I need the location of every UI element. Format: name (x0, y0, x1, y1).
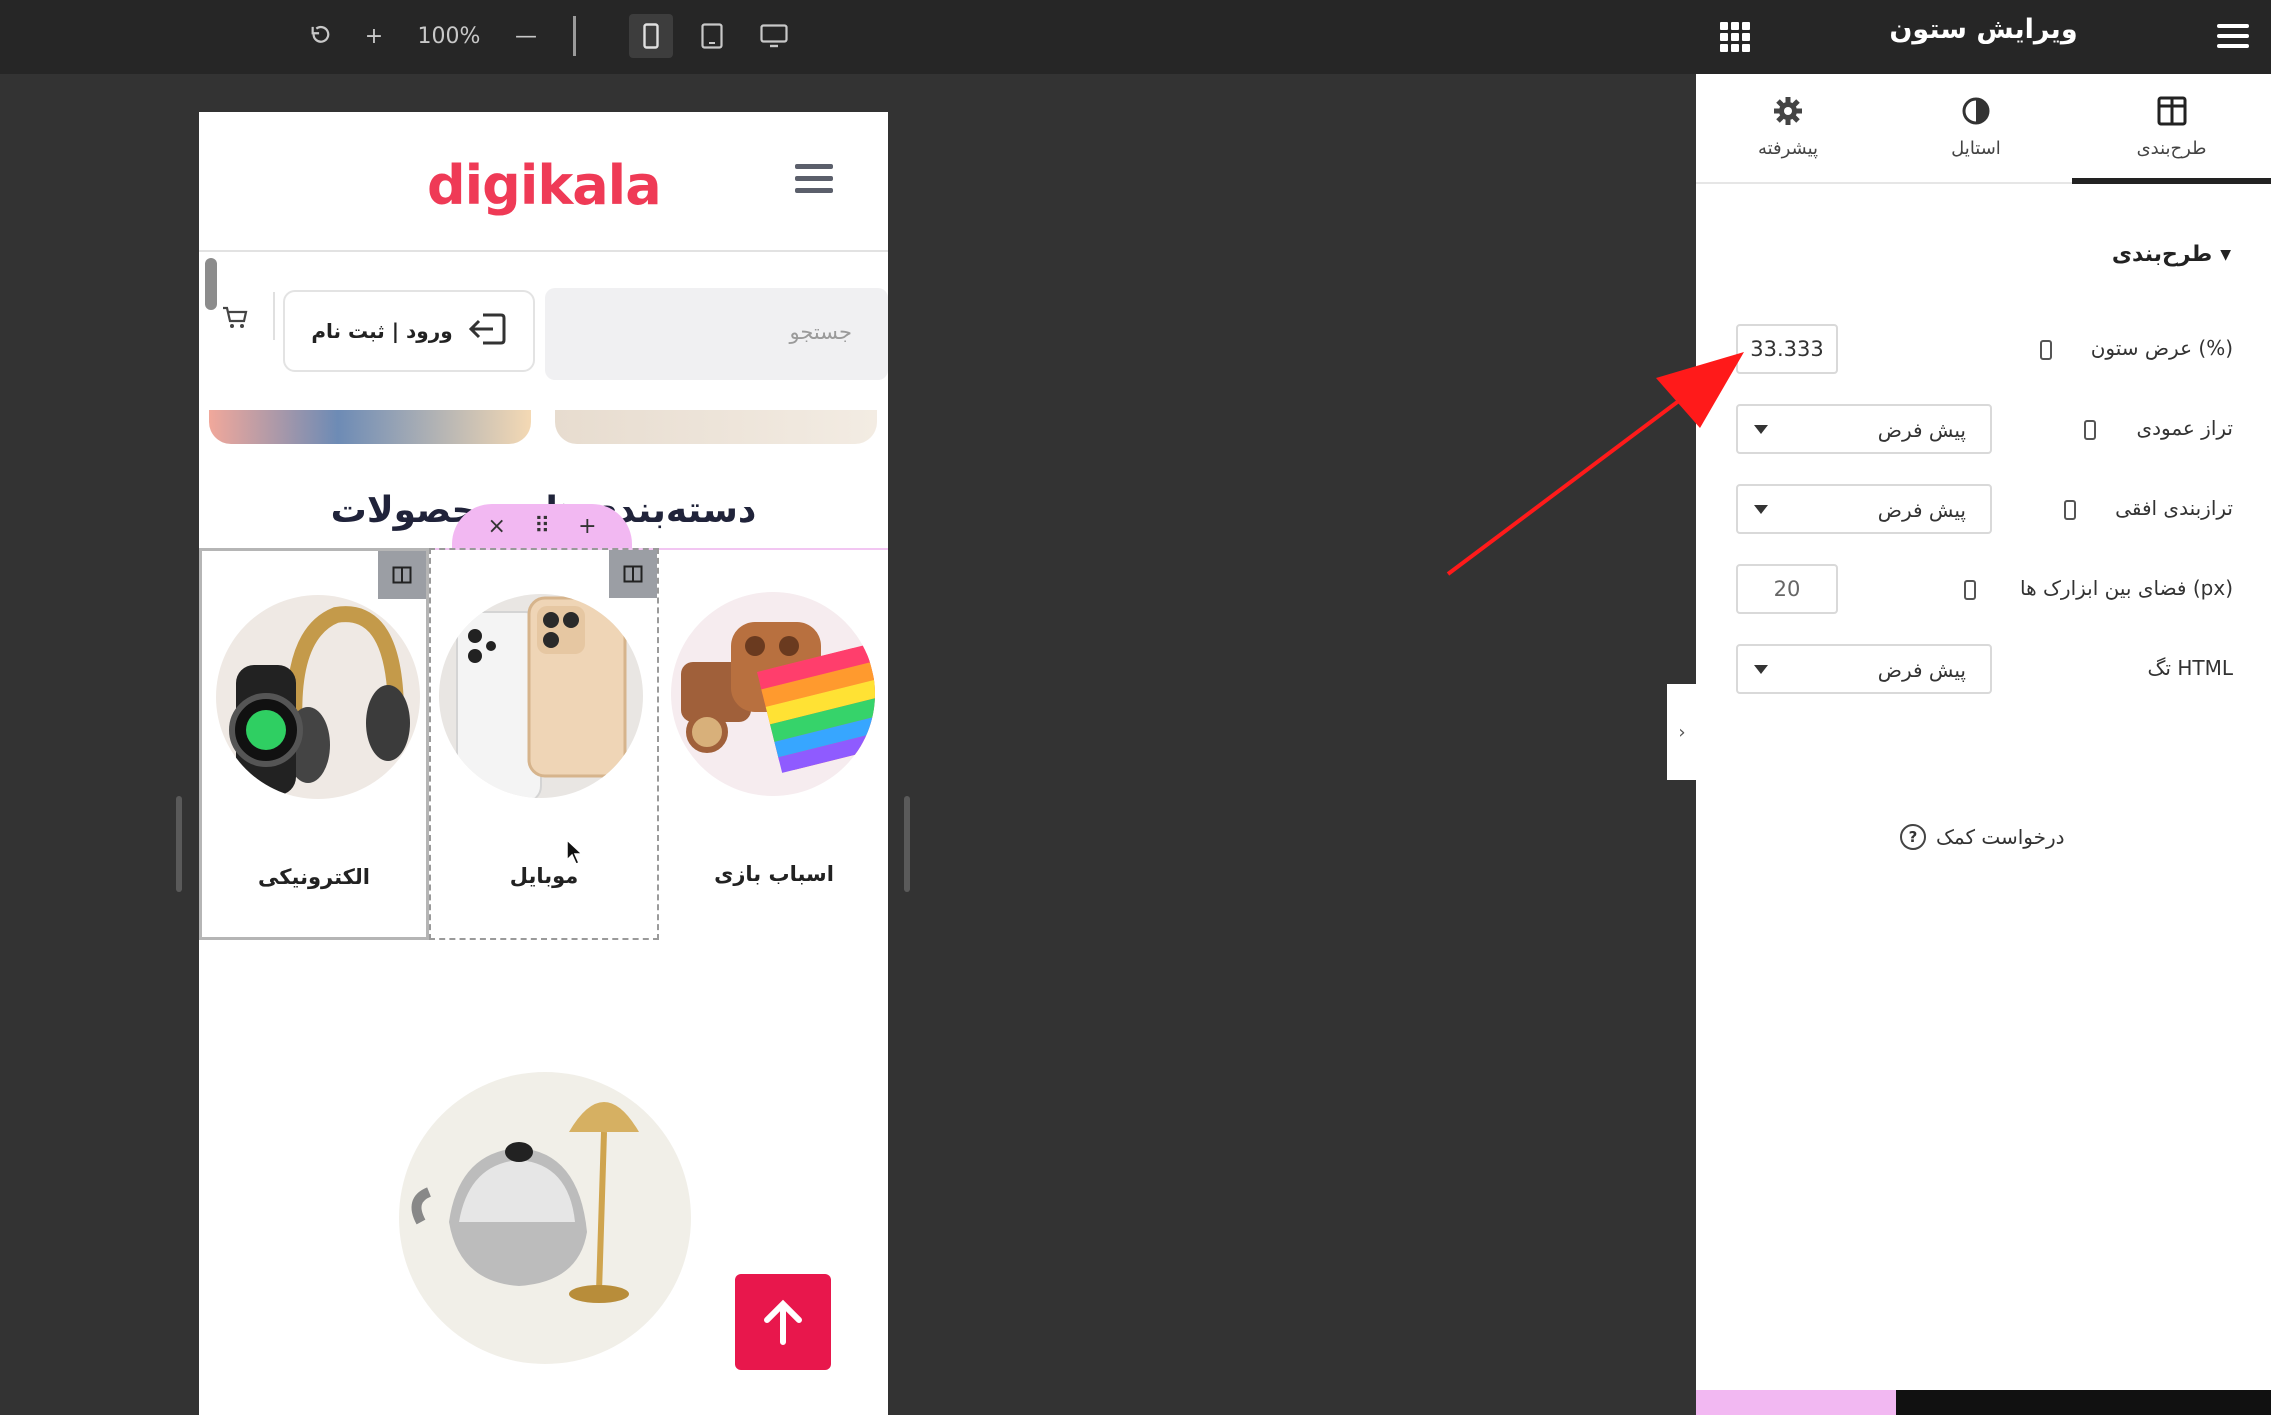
menu-icon[interactable] (2217, 24, 2249, 50)
responsive-mobile-icon[interactable] (2084, 420, 2096, 440)
drag-handle-icon[interactable]: ⠿ (534, 514, 550, 539)
column-toolbar: × ⠿ + (452, 504, 632, 548)
column-width-label: عرض ستون (%) (2090, 336, 2233, 360)
select-value: پیش فرض (1877, 658, 1966, 682)
search-row: ورود | ثبت نام جستجو (199, 252, 888, 380)
zoom-in-button[interactable]: + (354, 14, 394, 58)
html-tag-label: تگ HTML (2147, 656, 2233, 680)
edit-column-panel: ویرایش ستون طرح‌بندی استایل پیشرفته طرح‌… (1696, 0, 2271, 1415)
gear-icon (1696, 96, 1880, 134)
field-html-tag: تگ HTML پیش فرض (1696, 644, 2271, 696)
field-vertical-align: تراز عمودی پیش فرض (1696, 404, 2271, 456)
tab-layout[interactable]: طرح‌بندی (2072, 74, 2271, 184)
banner-image[interactable] (555, 410, 877, 444)
section-toggle-layout[interactable]: طرح‌بندی ▼ (2112, 242, 2231, 267)
chevron-down-icon (1754, 425, 1768, 434)
help-link[interactable]: ? درخواست کمک (1900, 824, 2065, 850)
contrast-icon (1880, 96, 2072, 134)
login-label: ورود | ثبت نام (311, 319, 453, 343)
chevron-down-icon (1754, 665, 1768, 674)
toolbar-divider (573, 16, 576, 56)
select-value: پیش فرض (1877, 418, 1966, 442)
category-label[interactable]: موبایل (431, 864, 657, 888)
banner-strip (209, 410, 879, 444)
search-placeholder: جستجو (789, 320, 852, 344)
html-tag-select[interactable]: پیش فرض (1736, 644, 1992, 694)
category-grid: الکترونیکی موبایل اسباب بازی (199, 548, 888, 940)
column-electronics[interactable]: الکترونیکی (199, 548, 429, 940)
field-widget-space: فضای بین ابزارک ها (px) 20 (1696, 564, 2271, 616)
tab-style[interactable]: استایل (1880, 74, 2072, 184)
menu-icon[interactable] (795, 164, 833, 196)
vertical-align-select[interactable]: پیش فرض (1736, 404, 1992, 454)
widget-space-label: فضای بین ابزارک ها (px) (2020, 576, 2233, 600)
horizontal-align-select[interactable]: پیش فرض (1736, 484, 1992, 534)
arrow-up-icon (764, 1299, 802, 1345)
mobile-preview: digikala ورود | ثبت نام جستجو دسته‌بندی‌… (199, 112, 888, 1415)
tablet-icon[interactable] (690, 14, 734, 58)
help-icon: ? (1900, 824, 1926, 850)
close-icon[interactable]: × (488, 514, 506, 539)
responsive-mobile-icon[interactable] (1964, 580, 1976, 600)
undo-icon[interactable] (300, 14, 340, 58)
columns-icon (2072, 96, 2271, 134)
responsive-mobile-icon[interactable] (2040, 340, 2052, 360)
field-column-width: عرض ستون (%) 33.333 (1696, 324, 2271, 376)
responsive-mobile-icon[interactable] (2064, 500, 2076, 520)
mobile-icon[interactable] (629, 14, 673, 58)
panel-tabs: طرح‌بندی استایل پیشرفته (1696, 74, 2271, 184)
footer-accent (1696, 1390, 1896, 1415)
category-image-electronics[interactable] (216, 595, 420, 799)
category-image-mobile[interactable] (439, 594, 643, 798)
chevron-down-icon (1754, 505, 1768, 514)
category-label[interactable]: الکترونیکی (202, 865, 426, 889)
category-label[interactable]: اسباب بازی (659, 862, 888, 886)
column-handle-icon[interactable] (378, 551, 426, 599)
column-handle-icon[interactable] (609, 550, 657, 598)
help-label: درخواست کمک (1936, 825, 2065, 849)
divider (273, 292, 275, 340)
login-button[interactable]: ورود | ثبت نام (283, 290, 535, 372)
banner-image[interactable] (209, 410, 531, 444)
tab-label: استایل (1951, 138, 2001, 159)
scroll-top-button[interactable] (735, 1274, 831, 1370)
section-heading: طرح‌بندی (2111, 242, 2213, 267)
site-logo[interactable]: digikala (427, 154, 662, 217)
resize-handle-left[interactable] (176, 796, 182, 892)
login-icon (467, 311, 507, 351)
category-image-toys[interactable] (671, 592, 875, 796)
column-toys[interactable]: اسباب بازی (659, 548, 888, 940)
desktop-icon[interactable] (752, 14, 796, 58)
tab-advanced[interactable]: پیشرفته (1696, 74, 1880, 184)
zoom-out-button[interactable]: — (506, 14, 546, 58)
site-header: digikala (199, 112, 888, 252)
scrollbar[interactable] (205, 258, 217, 310)
panel-footer (1696, 1390, 2271, 1415)
panel-header: ویرایش ستون (1696, 0, 2271, 74)
editor-toolbar: + 100% — (0, 0, 1696, 74)
column-mobile[interactable]: موبایل (429, 548, 659, 940)
add-icon[interactable]: + (578, 514, 596, 539)
field-horizontal-align: ترازبندی افقی پیش فرض (1696, 484, 2271, 536)
horizontal-align-label: ترازبندی افقی (2115, 496, 2233, 520)
mouse-cursor-icon (565, 838, 585, 870)
resize-handle-right[interactable] (904, 796, 910, 892)
widget-space-input[interactable]: 20 (1736, 564, 1838, 614)
column-width-input[interactable]: 33.333 (1736, 324, 1838, 374)
category-image-home[interactable] (399, 1072, 691, 1364)
vertical-align-label: تراز عمودی (2136, 416, 2233, 440)
tab-label: طرح‌بندی (2136, 138, 2207, 159)
cart-icon[interactable] (221, 304, 249, 330)
caret-down-icon: ▼ (2220, 246, 2231, 263)
select-value: پیش فرض (1877, 498, 1966, 522)
tab-label: پیشرفته (1757, 138, 1819, 159)
panel-collapse-toggle[interactable]: › (1667, 684, 1697, 780)
search-input[interactable]: جستجو (545, 288, 888, 380)
panel-title: ویرایش ستون (1889, 14, 2078, 45)
zoom-level: 100% (417, 23, 481, 49)
